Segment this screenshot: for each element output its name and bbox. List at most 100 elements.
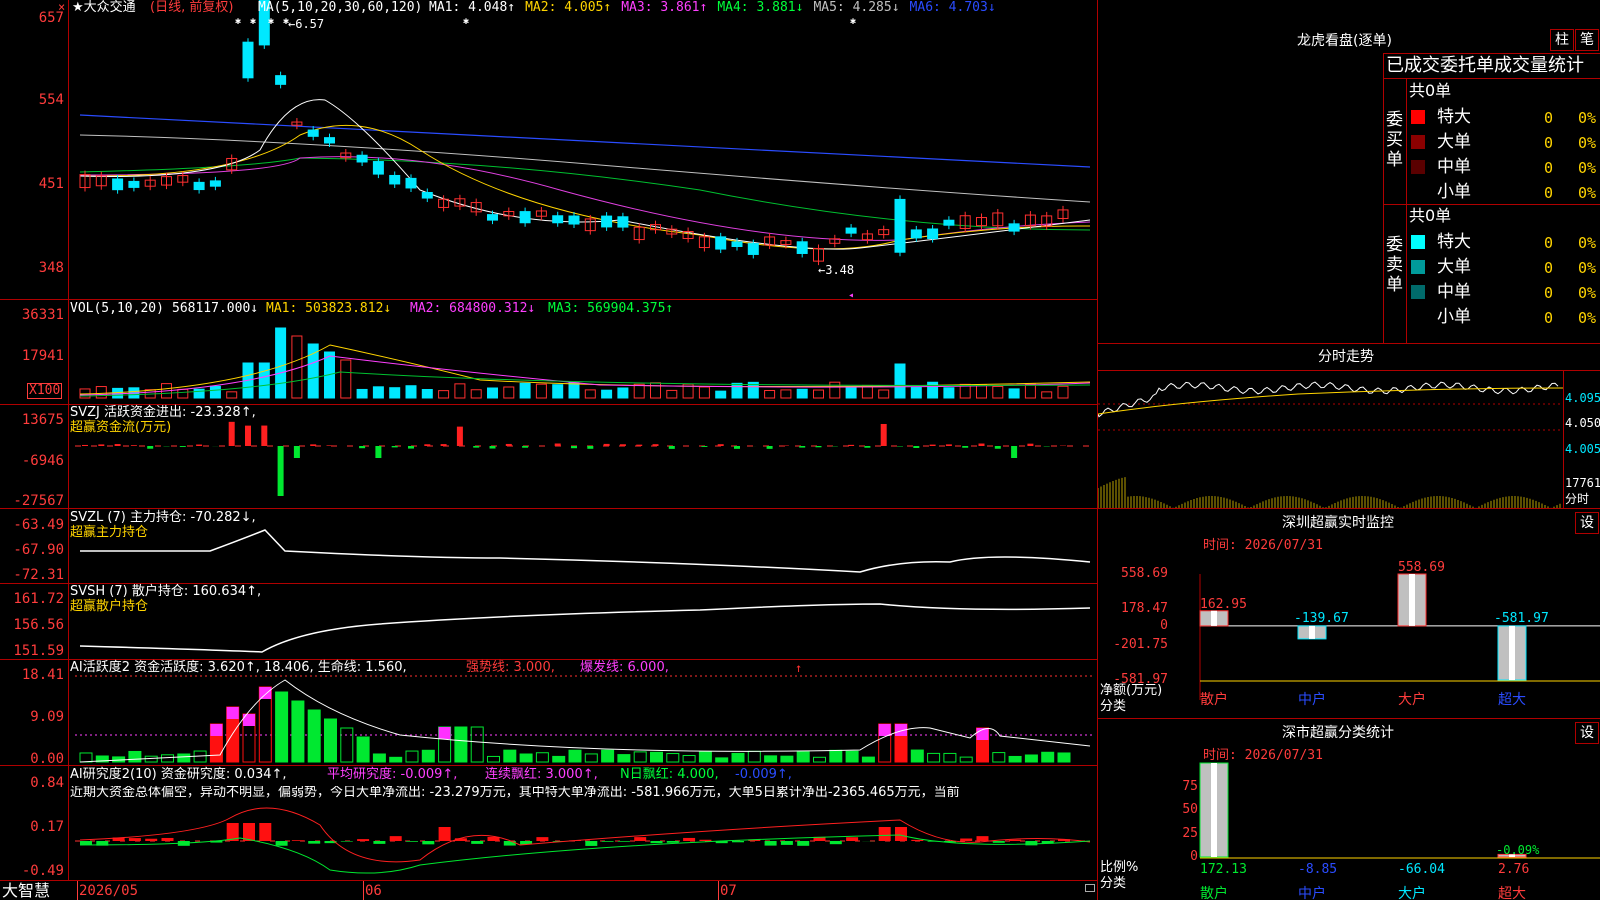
svzj-bar [945,444,952,446]
row-pct: 0% [1578,284,1597,302]
lock-icon[interactable] [1085,884,1095,892]
ai-research-bar [846,837,859,841]
ma-values: MA1: 4.048↑ MA2: 4.005↑ MA3: 3.861↑ MA4: 3.… [429,1,996,15]
ai-research-bar [764,841,777,846]
sz-classify-value-label: 2.76 [1498,862,1529,877]
candle [209,180,221,187]
volume-bar [503,386,515,399]
ai-active-bar [340,727,354,763]
svzj-bar [114,444,121,446]
ai-active-bar [861,756,875,763]
volume-bar [421,388,433,399]
ai-active-bar [747,750,761,763]
svzj-bar [310,444,317,446]
ai-active-bar [389,756,403,763]
svsh-header: SVSH (7) 散户持仓: 160.634↑, [70,584,262,599]
svzj-bar [815,446,822,448]
ai-research-bar [634,837,647,841]
ai-active-bar [405,750,419,763]
buy-total: 共0单 [1409,81,1452,100]
svsh-subtitle: 超赢散户持仓 [70,599,149,614]
ai-research-bar [601,841,614,842]
svsh-axis-label: 161.72 [13,591,64,607]
volume-bar [568,382,580,399]
row-label: 小单 [1437,307,1471,327]
sz-classify-category-label: 散户 [1200,885,1228,900]
svzj-bar [1027,443,1034,446]
row-count: 0 [1544,309,1554,327]
ai-research-commentary: 近期大资金总体偏空，异动不明显，偏弱势，今日大单净流出: -23.279万元，其… [70,786,960,800]
ai-active-bar [715,757,729,763]
svzj-bar [962,446,969,448]
ai-research-bar [699,839,712,841]
ai-research-bar [259,823,272,841]
sz-monitor-bar-highlight [1211,610,1217,626]
svzj-bar [196,444,203,446]
ai-active-bar [992,752,1006,763]
svzj-bar [571,446,577,449]
candle [405,177,417,189]
svzj-bar [245,425,251,446]
ai-active-bar [650,751,663,763]
volume-bar [552,384,564,399]
volume-bar [992,385,1004,399]
ai-active-bar [568,749,582,763]
ai-active-bar [764,755,778,763]
ai-research-bar [1025,841,1038,846]
ai-research-nday: N日飘红: 4.000, [620,767,719,782]
volume-bar [275,327,287,399]
row-label: 小单 [1437,182,1471,202]
volume-bar [177,388,189,399]
svzj-bar [261,425,268,446]
row-label: 中单 [1437,157,1471,177]
svzj-bar [619,444,626,446]
sz-monitor-category-label: 超大 [1498,692,1526,708]
volume-bar [829,381,841,399]
volume-bar [487,387,498,399]
ai-active-cap [878,724,891,736]
candle [128,180,140,188]
volume-bar [764,389,776,399]
volume-bar [910,386,922,399]
star-marker: ✱ [235,16,241,27]
svzj-bar [1011,446,1018,458]
intraday-chart[interactable] [1098,370,1563,508]
sz-classify-category-label: 超大 [1498,886,1526,900]
ai-active-bar [307,709,321,763]
stock-title[interactable]: ★大众交通 [72,1,136,15]
intraday-axis-label: 4.005 [1565,442,1600,456]
vol-ma3: MA3: 569904.375↑ [548,301,674,316]
ai-active-cap [226,707,239,719]
vol-unit-button[interactable]: X100 [27,383,63,399]
tab-stroke[interactable]: 笔 [1575,29,1599,51]
ma-value-3: MA3: 3.861↑ [621,0,708,15]
candle [487,214,498,221]
svzj-bar [880,423,887,446]
svzj-bar [130,445,137,446]
ai-research-bar [471,841,484,844]
svzj-bar [408,446,414,449]
star-marker: ✱ [250,16,256,27]
intraday-title: 分时走势 [1318,349,1374,365]
candle [943,219,955,226]
ai-research-bar [357,839,370,841]
volume-bar [633,383,645,399]
ai-research-axis-label: 0.84 [30,775,64,791]
volume-bar [454,383,466,399]
sz-classify-value-label: -8.85 [1298,862,1337,877]
ai-active-bar [633,751,647,763]
brand-logo[interactable]: 大智慧 [2,882,50,899]
ai-active-bar [813,756,826,763]
intraday-axis-label: 4.095 [1565,391,1600,405]
sz-classify-value-label: -66.04 [1398,862,1445,877]
volume-bar [1008,388,1020,399]
volume-bar [715,390,727,399]
intraday-vol-label: 分时 [1565,492,1590,506]
tab-pillar[interactable]: 柱 [1550,29,1574,51]
period-label[interactable]: (日线, 前复权) [150,1,233,15]
svzj-bar [489,446,496,449]
ai-research-bar [797,841,810,846]
svsh-axis-label: 156.56 [13,617,64,633]
ai-active-bar [372,753,386,763]
ai-research-bar [585,841,598,846]
